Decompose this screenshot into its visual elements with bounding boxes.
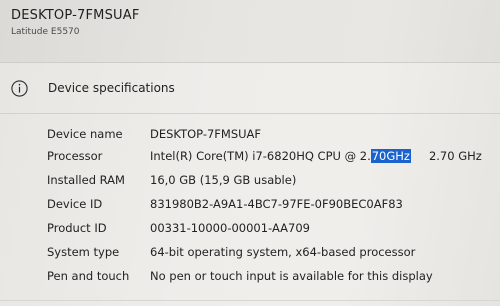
spec-label: Pen and touch (47, 269, 130, 283)
spec-value[interactable]: Intel(R) Core(TM) i7-6820HQ CPU @ 2.70GH… (150, 149, 482, 163)
spec-row-pen-and-touch: Pen and touch No pen or touch input is a… (0, 267, 500, 287)
spec-label: System type (47, 245, 120, 259)
spec-row-device-name: Device name DESKTOP-7FMSUAF (0, 125, 500, 145)
spec-value[interactable]: 831980B2-A9A1-4BC7-97FE-0F90BEC0AF83 (150, 197, 403, 211)
spec-row-device-id: Device ID 831980B2-A9A1-4BC7-97FE-0F90BE… (0, 195, 500, 215)
spec-row-product-id: Product ID 00331-10000-00001-AA709 (0, 219, 500, 239)
spec-value[interactable]: 00331-10000-00001-AA709 (150, 221, 310, 235)
processor-text: Intel(R) Core(TM) i7-6820HQ CPU @ 2. (150, 149, 371, 163)
device-specifications-header[interactable]: Device specifications (0, 63, 500, 115)
spec-label: Device ID (47, 197, 103, 211)
device-title: DESKTOP-7FMSUAF (11, 8, 140, 23)
spec-label: Installed RAM (47, 173, 125, 187)
spec-value[interactable]: 16,0 GB (15,9 GB usable) (150, 173, 296, 187)
info-icon (11, 80, 28, 97)
spec-label: Product ID (47, 221, 107, 235)
section-title: Device specifications (48, 81, 175, 95)
processor-speed-text: 2.70 GHz (428, 149, 482, 163)
system-about-page: DESKTOP-7FMSUAF Latitude E5570 Device sp… (0, 0, 500, 306)
device-header: DESKTOP-7FMSUAF Latitude E5570 (0, 0, 500, 54)
device-specifications-card: Device specifications Device name DESKTO… (0, 62, 500, 306)
spec-row-installed-ram: Installed RAM 16,0 GB (15,9 GB usable) (0, 171, 500, 191)
spec-row-processor: Processor Intel(R) Core(TM) i7-6820HQ CP… (0, 147, 500, 167)
spec-value[interactable]: 64-bit operating system, x64-based proce… (150, 245, 415, 259)
spec-row-system-type: System type 64-bit operating system, x64… (0, 243, 500, 263)
spec-label: Processor (47, 149, 103, 163)
text-selection-highlight[interactable]: 70GHz (370, 149, 411, 163)
spec-value[interactable]: No pen or touch input is available for t… (150, 269, 433, 283)
device-model: Latitude E5570 (11, 27, 80, 37)
bottom-divider (0, 300, 500, 301)
spec-value[interactable]: DESKTOP-7FMSUAF (150, 127, 261, 141)
spec-label: Device name (47, 127, 123, 141)
section-divider (0, 113, 500, 114)
